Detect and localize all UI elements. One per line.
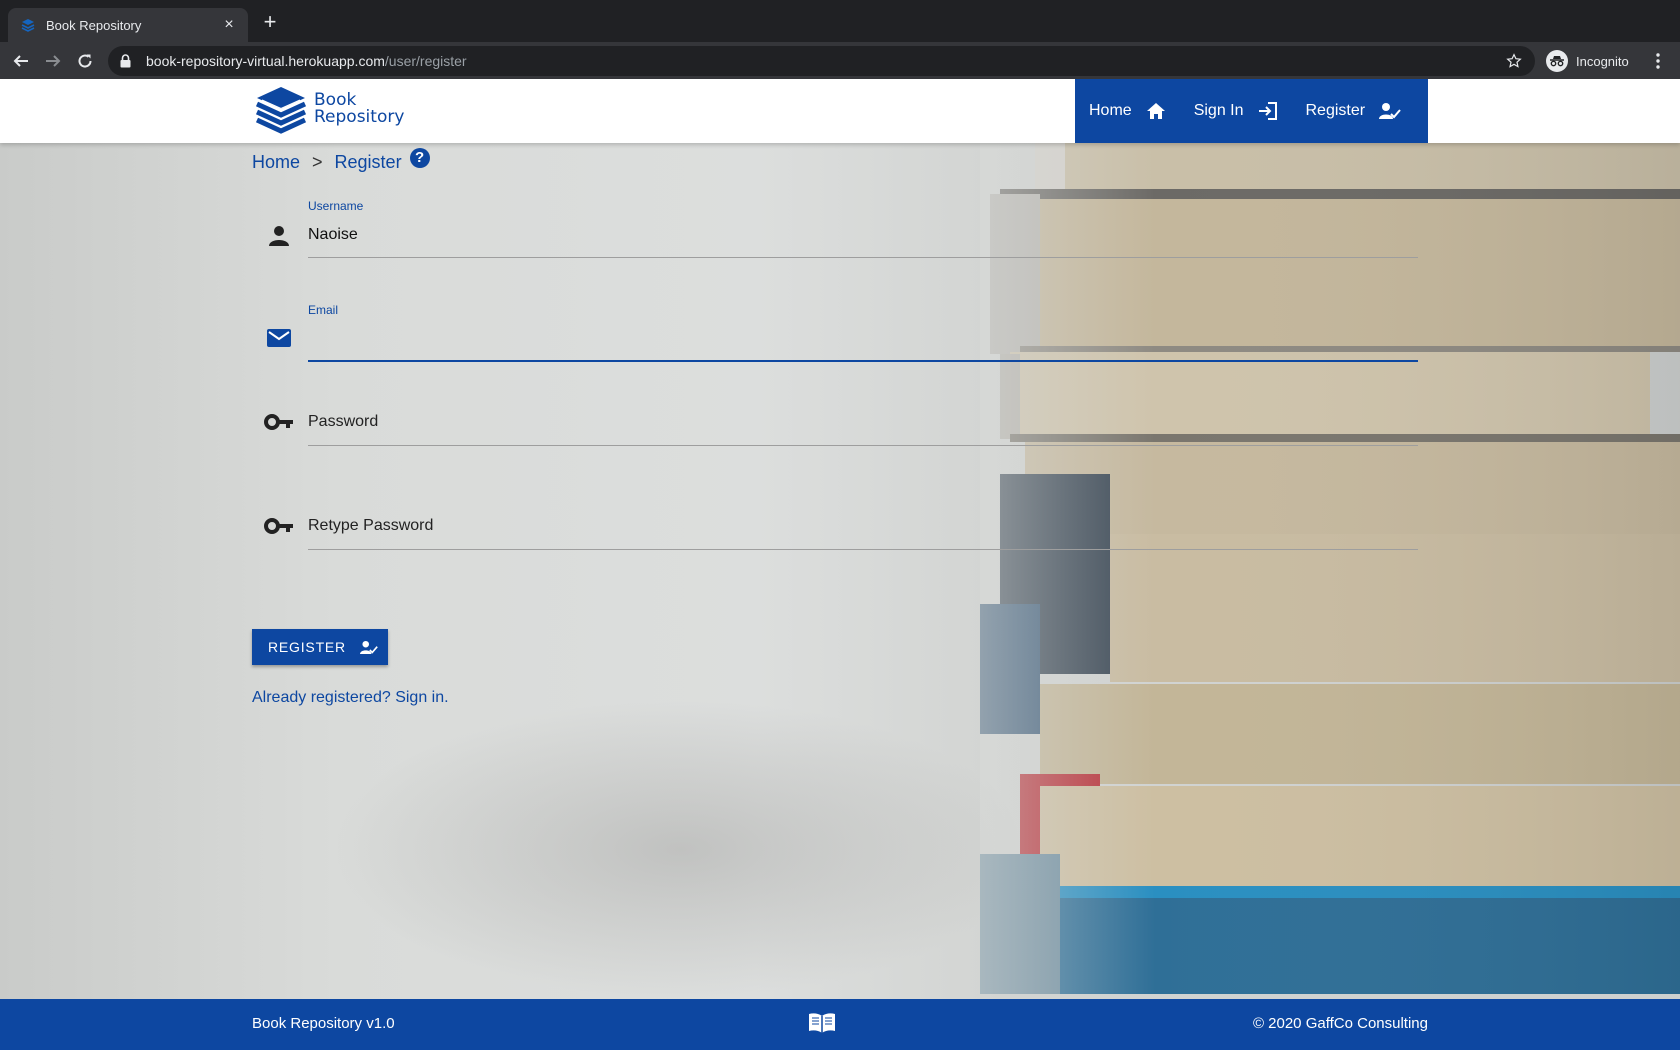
browser-tab-strip: Book Repository × +	[0, 0, 1680, 42]
key-icon	[264, 407, 294, 437]
url-path: /user/register	[384, 53, 467, 69]
logo-text: Book Repository	[314, 92, 404, 126]
nav-home[interactable]: Home	[1075, 79, 1180, 143]
page-viewport: Book Repository Home Sign In Register Ho…	[0, 79, 1680, 1050]
site-header: Book Repository Home Sign In Register	[0, 79, 1680, 143]
person-check-icon	[359, 640, 378, 655]
password-input[interactable]: Password	[308, 413, 378, 431]
book-stack-logo-icon	[255, 87, 307, 134]
username-underline	[308, 257, 1418, 258]
username-input[interactable]: Naoise	[308, 226, 358, 244]
signin-link[interactable]: Already registered? Sign in.	[252, 689, 449, 707]
tab-title: Book Repository	[46, 17, 142, 33]
url-host: book-repository-virtual.herokuapp.com	[146, 53, 385, 69]
browser-toolbar: book-repository-virtual.herokuapp.com/us…	[0, 42, 1680, 79]
logo-line-2: Repository	[314, 107, 405, 127]
breadcrumb-register[interactable]: Register	[335, 152, 402, 173]
help-icon[interactable]: ?	[409, 147, 430, 168]
lock-icon	[120, 53, 136, 69]
mail-icon	[264, 323, 294, 353]
incognito-profile-button[interactable]: Incognito	[1542, 46, 1637, 76]
tab-close-icon[interactable]: ×	[220, 16, 238, 34]
url-text: book-repository-virtual.herokuapp.com/us…	[146, 53, 1505, 69]
breadcrumb-home[interactable]: Home	[252, 152, 300, 173]
site-logo[interactable]: Book Repository	[254, 84, 404, 134]
login-icon	[1258, 102, 1278, 120]
incognito-label: Incognito	[1576, 53, 1629, 69]
site-footer: Book Repository v1.0 © 2020 GaffCo Consu…	[0, 999, 1680, 1050]
nav-register-label: Register	[1305, 102, 1366, 119]
password-field[interactable]: Password	[252, 395, 1418, 465]
breadcrumb: Home > Register ?	[252, 147, 430, 173]
email-label: Email	[308, 303, 339, 317]
back-arrow-icon[interactable]	[8, 48, 34, 74]
address-bar[interactable]: book-repository-virtual.herokuapp.com/us…	[108, 46, 1535, 76]
bookmark-star-icon[interactable]	[1505, 52, 1523, 70]
footer-version: Book Repository v1.0	[252, 1015, 395, 1032]
browser-tab[interactable]: Book Repository ×	[8, 8, 248, 42]
incognito-icon	[1546, 50, 1568, 72]
person-check-icon	[1379, 102, 1401, 120]
register-button[interactable]: REGISTER	[252, 629, 388, 665]
browser-menu-icon[interactable]	[1648, 48, 1668, 74]
nav-home-label: Home	[1089, 102, 1132, 119]
key-icon	[264, 511, 294, 541]
favicon-icon	[20, 17, 36, 33]
username-field[interactable]: Username Naoise	[252, 199, 1418, 269]
background-blur	[330, 699, 1030, 999]
breadcrumb-separator: >	[312, 152, 323, 172]
open-book-icon	[808, 1012, 836, 1038]
email-underline	[308, 360, 1418, 362]
person-icon	[264, 221, 294, 251]
nav-sign-in[interactable]: Sign In	[1180, 79, 1292, 143]
username-label: Username	[308, 199, 364, 213]
top-navigation: Home Sign In Register	[1075, 79, 1428, 143]
nav-sign-in-label: Sign In	[1193, 102, 1244, 119]
new-tab-button[interactable]: +	[258, 10, 282, 34]
footer-copyright: © 2020 GaffCo Consulting	[1252, 1015, 1428, 1032]
retype-password-field[interactable]: Retype Password	[252, 499, 1418, 569]
email-field[interactable]: Email	[252, 303, 1418, 373]
nav-register[interactable]: Register	[1292, 79, 1416, 143]
register-button-label: REGISTER	[268, 639, 346, 655]
retype-password-underline	[308, 549, 1418, 550]
retype-password-input[interactable]: Retype Password	[308, 517, 433, 535]
password-underline	[308, 445, 1418, 446]
reload-icon[interactable]	[72, 48, 98, 74]
forward-arrow-icon[interactable]	[40, 48, 66, 74]
home-icon	[1146, 102, 1166, 120]
